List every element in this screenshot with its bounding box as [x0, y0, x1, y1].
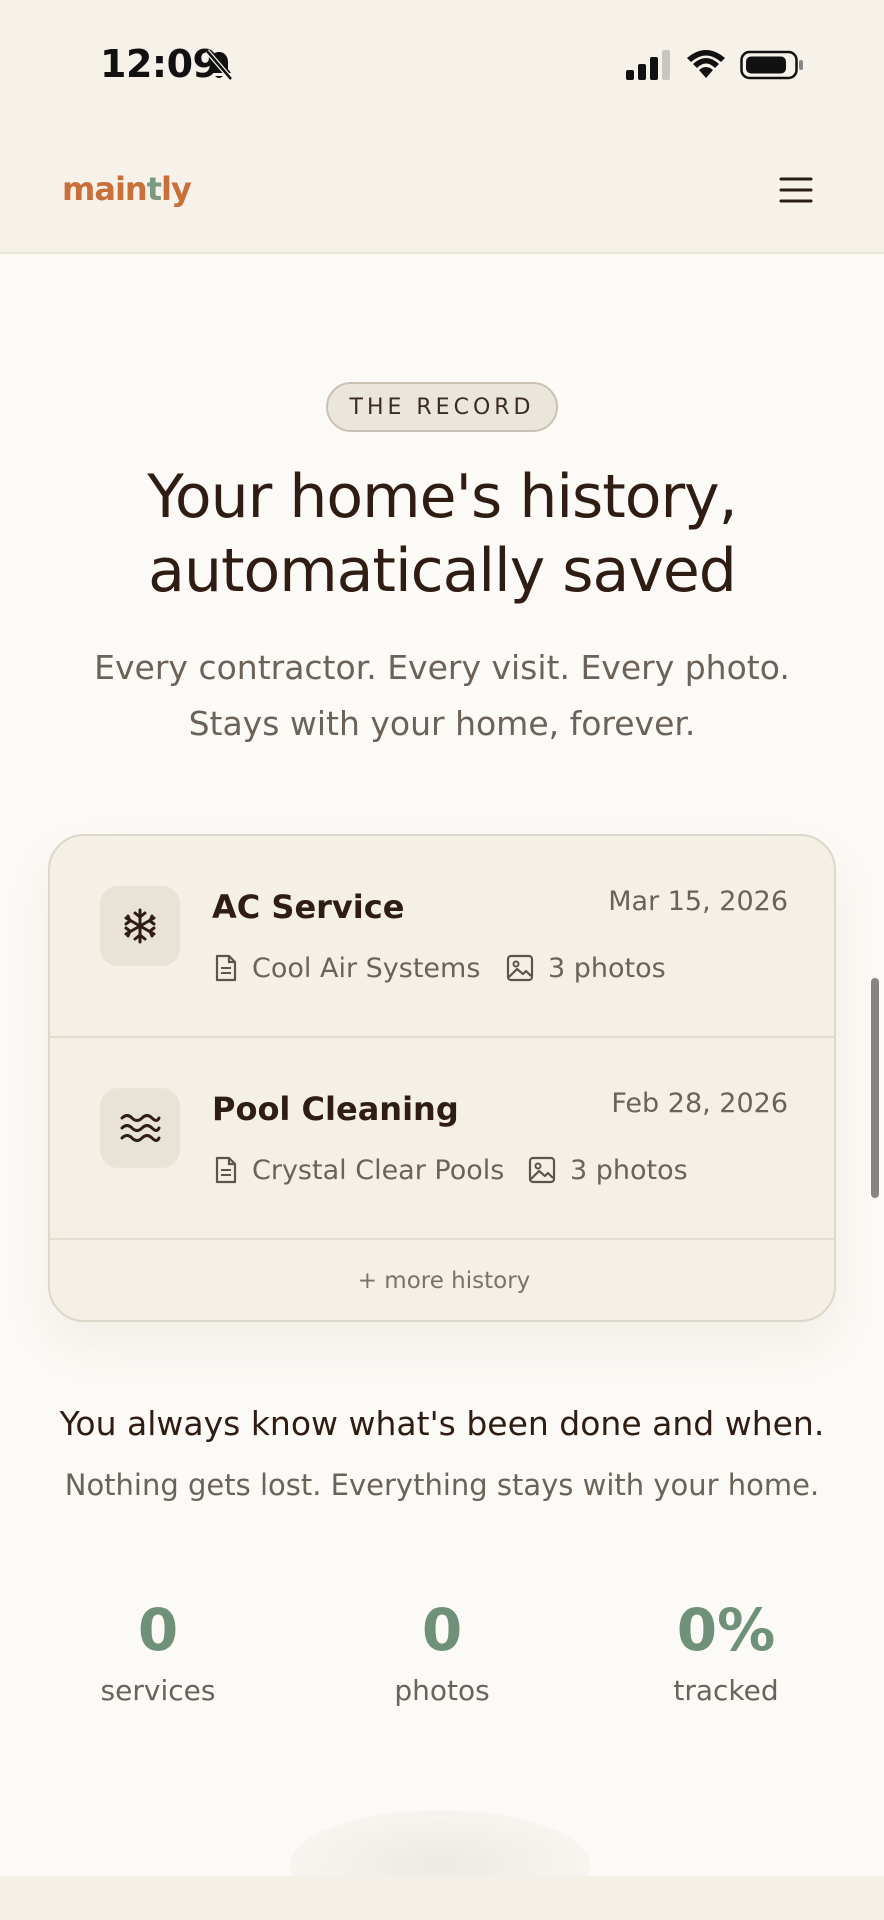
record-photo-count: 3 photos	[548, 952, 666, 984]
stat-label: tracked	[673, 1674, 779, 1707]
logo-part-2: t	[146, 170, 162, 208]
summary-title: You always know what's been done and whe…	[59, 1404, 825, 1443]
image-icon	[506, 954, 534, 982]
stat-label: photos	[394, 1674, 490, 1707]
record-contractor: Crystal Clear Pools	[214, 1152, 504, 1188]
cellular-signal-icon	[626, 50, 670, 80]
record-photos: 3 photos	[506, 950, 666, 986]
history-card: AC Service Mar 15, 2026 Cool Air Systems…	[48, 834, 836, 1322]
record-title: AC Service	[212, 888, 405, 926]
record-title: Pool Cleaning	[212, 1090, 459, 1128]
hero-title-line-1: Your home's history,	[147, 462, 738, 532]
record-contractor: Cool Air Systems	[214, 950, 480, 986]
bottom-bar	[0, 1876, 884, 1920]
logo-part-3: ly	[160, 170, 192, 208]
hero-subtitle: Every contractor. Every visit. Every pho…	[0, 640, 884, 752]
menu-button[interactable]	[776, 170, 816, 210]
hero-subtitle-line-1: Every contractor. Every visit. Every pho…	[94, 648, 790, 687]
summary-subtitle: Nothing gets lost. Everything stays with…	[64, 1468, 820, 1502]
stat-services: 0 services	[38, 1592, 278, 1707]
stat-label: services	[100, 1674, 216, 1707]
status-time: 12:09	[100, 42, 219, 86]
image-icon	[528, 1156, 556, 1184]
document-icon	[215, 1156, 237, 1184]
hero-title-line-2: automatically saved	[148, 536, 737, 606]
water-waves-icon	[100, 1088, 180, 1168]
status-bar: 12:09	[0, 0, 884, 130]
history-record[interactable]: Pool Cleaning Feb 28, 2026 Crystal Clear…	[50, 1038, 834, 1240]
battery-icon	[740, 50, 803, 80]
stat-photos: 0 photos	[322, 1592, 562, 1707]
record-photo-count: 3 photos	[570, 1154, 688, 1186]
hero-subtitle-line-2: Stays with your home, forever.	[188, 704, 696, 743]
record-contractor-name: Cool Air Systems	[252, 952, 481, 984]
stat-tracked: 0% tracked	[606, 1592, 846, 1707]
more-history-link[interactable]: + more history	[50, 1240, 834, 1320]
wifi-icon	[687, 50, 725, 78]
record-photos: 3 photos	[528, 1152, 688, 1188]
stat-value: 0	[421, 1596, 463, 1664]
logo-part-1: main	[62, 170, 148, 208]
record-contractor-name: Crystal Clear Pools	[252, 1154, 505, 1186]
snowflake-icon	[100, 886, 180, 966]
maintly-logo[interactable]: maintly	[62, 170, 192, 208]
hamburger-menu-icon	[779, 177, 813, 203]
stat-value: 0%	[676, 1596, 776, 1664]
bell-slash-icon	[205, 49, 233, 81]
scrollbar[interactable]	[871, 978, 879, 1198]
record-date: Mar 15, 2026	[608, 886, 788, 917]
record-date: Feb 28, 2026	[611, 1088, 788, 1119]
document-icon	[215, 954, 237, 982]
app-header: maintly	[0, 130, 884, 254]
stat-value: 0	[137, 1596, 179, 1664]
history-record[interactable]: AC Service Mar 15, 2026 Cool Air Systems…	[50, 836, 834, 1038]
hero-title: Your home's history, automatically saved	[0, 460, 884, 608]
section-badge: THE RECORD	[326, 382, 558, 432]
